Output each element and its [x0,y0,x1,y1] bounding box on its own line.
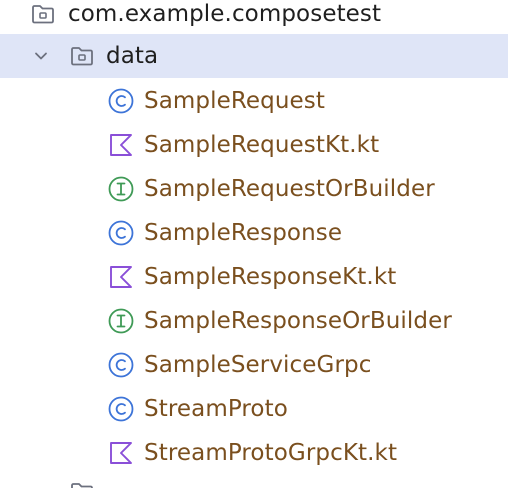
tree-row-data-package[interactable]: data [0,34,508,78]
tree-row-kotlin-file[interactable]: StreamProtoGrpcKt.kt [0,431,508,475]
tree-row-label: SampleResponseOrBuilder [144,308,452,334]
class-icon [107,395,135,423]
package-folder-icon [68,42,96,70]
tree-row-label: data [106,43,159,69]
kotlin-file-icon [107,131,135,159]
kotlin-file-icon [107,439,135,467]
tree-row-cut-off[interactable] [0,474,508,488]
tree-row-label: StreamProtoGrpcKt.kt [144,440,398,466]
class-icon [107,87,135,115]
tree-row-interface[interactable]: SampleResponseOrBuilder [0,299,508,343]
tree-row-label: SampleRequest [144,88,325,114]
tree-row-label: SampleResponseKt.kt [144,264,397,290]
tree-row-label: SampleRequestOrBuilder [144,176,435,202]
class-icon [107,351,135,379]
tree-row-kotlin-file[interactable]: SampleResponseKt.kt [0,255,508,299]
tree-row-label: SampleRequestKt.kt [144,132,380,158]
tree-row-label: SampleServiceGrpc [144,352,372,378]
class-icon [107,219,135,247]
tree-row-label: SampleResponse [144,220,343,246]
tree-row-kotlin-file[interactable]: SampleRequestKt.kt [0,123,508,167]
kotlin-file-icon [107,263,135,291]
package-folder-icon [68,478,96,488]
tree-row-interface[interactable]: SampleRequestOrBuilder [0,167,508,211]
tree-row-label: com.example.composetest [68,1,382,27]
tree-row-class[interactable]: StreamProto [0,387,508,431]
interface-icon [107,175,135,203]
package-folder-icon [29,0,57,28]
tree-row-class[interactable]: SampleResponse [0,211,508,255]
chevron-down-icon[interactable] [30,45,52,67]
project-tree: com.example.composetest data SampleReque… [0,0,508,488]
tree-row-class[interactable]: SampleRequest [0,79,508,123]
tree-row-class[interactable]: SampleServiceGrpc [0,343,508,387]
tree-row-root-package[interactable]: com.example.composetest [0,0,508,36]
interface-icon [107,307,135,335]
tree-row-label: StreamProto [144,396,288,422]
